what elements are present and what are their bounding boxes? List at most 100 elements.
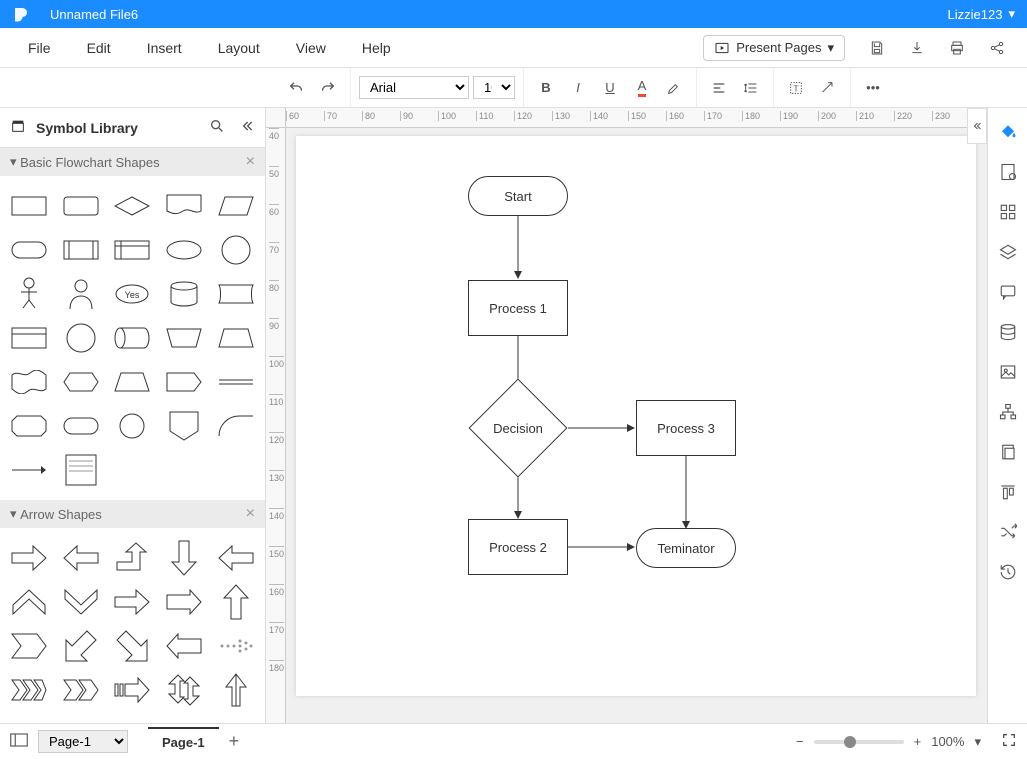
menu-insert[interactable]: Insert — [129, 34, 200, 62]
shape-arrow-line[interactable] — [4, 450, 54, 490]
shape-chevron-down[interactable] — [56, 582, 106, 622]
node-terminator[interactable]: Teminator — [636, 528, 736, 568]
font-color-button[interactable]: A — [628, 74, 656, 102]
shuffle-icon[interactable] — [993, 514, 1023, 550]
font-size-select[interactable]: 10 — [473, 76, 515, 99]
add-page-button[interactable]: + — [229, 731, 240, 752]
share-icon[interactable] — [985, 36, 1009, 60]
line-spacing-button[interactable] — [737, 74, 765, 102]
fill-tool-icon[interactable] — [993, 114, 1023, 150]
page-tab-1[interactable]: Page-1 — [148, 727, 219, 756]
grid-icon[interactable] — [993, 194, 1023, 230]
underline-button[interactable]: U — [596, 74, 624, 102]
shape-arrow-left3[interactable] — [159, 626, 209, 666]
clipboard-icon[interactable] — [993, 434, 1023, 470]
shape-arrow-right[interactable] — [4, 538, 54, 578]
page-setup-icon[interactable] — [993, 154, 1023, 190]
font-family-select[interactable]: Arial — [359, 76, 469, 99]
file-title[interactable]: Unnamed File6 — [50, 7, 948, 22]
collapse-library-icon[interactable] — [239, 118, 255, 137]
shape-trapezoid3[interactable] — [108, 362, 158, 402]
menu-help[interactable]: Help — [344, 34, 409, 62]
group-arrow-shapes[interactable]: ▾ Arrow Shapes × — [0, 500, 265, 528]
database-panel-icon[interactable] — [993, 314, 1023, 350]
zoom-out-button[interactable]: − — [796, 734, 804, 749]
download-icon[interactable] — [905, 36, 929, 60]
shape-double-line[interactable] — [211, 362, 261, 402]
connector-button[interactable] — [814, 74, 842, 102]
layers-icon[interactable] — [993, 234, 1023, 270]
shape-offpage[interactable] — [159, 406, 209, 446]
shape-pill[interactable] — [56, 406, 106, 446]
node-process-3[interactable]: Process 3 — [636, 400, 736, 456]
shape-arrow-down-right[interactable] — [108, 626, 158, 666]
print-icon[interactable] — [945, 36, 969, 60]
shape-predefined[interactable] — [56, 230, 106, 270]
canvas-area[interactable]: 6070809010011012013014015016017018019020… — [266, 108, 987, 723]
align-button[interactable] — [705, 74, 733, 102]
save-icon[interactable] — [865, 36, 889, 60]
shape-dotted-arrow[interactable] — [211, 626, 261, 666]
close-icon[interactable]: × — [246, 505, 255, 523]
shape-trapezoid[interactable] — [159, 318, 209, 358]
shape-note[interactable] — [56, 450, 106, 490]
shape-triple-chevron[interactable] — [4, 670, 54, 710]
zoom-slider[interactable] — [814, 740, 904, 744]
shape-terminator[interactable] — [4, 230, 54, 270]
shape-striped-arrow[interactable] — [108, 670, 158, 710]
shape-arrow-up[interactable] — [211, 582, 261, 622]
shape-tape[interactable] — [4, 362, 54, 402]
shape-diamond[interactable] — [108, 186, 158, 226]
highlight-button[interactable] — [660, 74, 688, 102]
right-panel-collapse[interactable] — [967, 108, 987, 144]
outline-icon[interactable] — [10, 733, 28, 750]
shape-pentagon-right[interactable] — [4, 626, 54, 666]
page-dropdown[interactable]: Page-1 — [38, 730, 128, 753]
shape-trapezoid2[interactable] — [211, 318, 261, 358]
menu-view[interactable]: View — [278, 34, 344, 62]
org-chart-icon[interactable] — [993, 394, 1023, 430]
close-icon[interactable]: × — [246, 153, 255, 171]
shape-document[interactable] — [159, 186, 209, 226]
shape-rounded-rect[interactable] — [56, 186, 106, 226]
shape-arc[interactable] — [211, 406, 261, 446]
shape-arrow-down-left[interactable] — [56, 626, 106, 666]
shape-parallelogram[interactable] — [211, 186, 261, 226]
node-process-1[interactable]: Process 1 — [468, 280, 568, 336]
shape-arrow-left[interactable] — [56, 538, 106, 578]
shape-chevron-up[interactable] — [4, 582, 54, 622]
shape-arrow-bent[interactable] — [108, 538, 158, 578]
italic-button[interactable]: I — [564, 74, 592, 102]
shape-yes-label[interactable]: Yes — [108, 274, 158, 314]
shape-arrow-up-thin[interactable] — [211, 670, 261, 710]
align-panel-icon[interactable] — [993, 474, 1023, 510]
shape-circle3[interactable] — [108, 406, 158, 446]
menu-file[interactable]: File — [10, 34, 69, 62]
chevron-down-icon[interactable]: ▾ — [974, 734, 981, 750]
canvas-page[interactable]: Start Process 1 Decision Process 3 Proce… — [296, 136, 976, 696]
bold-button[interactable]: B — [532, 74, 560, 102]
shape-double-chevron[interactable] — [56, 670, 106, 710]
text-tool-button[interactable]: T — [782, 74, 810, 102]
shape-arrow-left2[interactable] — [211, 538, 261, 578]
shape-pentagon[interactable] — [159, 362, 209, 402]
shape-swap-arrows[interactable] — [159, 670, 209, 710]
node-start[interactable]: Start — [468, 176, 568, 216]
group-basic-flowchart[interactable]: ▾ Basic Flowchart Shapes × — [0, 148, 265, 176]
search-icon[interactable] — [209, 118, 225, 137]
redo-button[interactable] — [314, 74, 342, 102]
image-icon[interactable] — [993, 354, 1023, 390]
menu-layout[interactable]: Layout — [200, 34, 278, 62]
shape-arrow-right3[interactable] — [159, 582, 209, 622]
node-decision[interactable]: Decision — [468, 398, 568, 458]
shape-database[interactable] — [159, 274, 209, 314]
shape-circle2[interactable] — [56, 318, 106, 358]
shape-actor[interactable] — [4, 274, 54, 314]
shape-arrow-right2[interactable] — [108, 582, 158, 622]
shape-hexagon[interactable] — [56, 362, 106, 402]
shape-internal-storage[interactable] — [108, 230, 158, 270]
shape-circle[interactable] — [211, 230, 261, 270]
shape-user[interactable] — [56, 274, 106, 314]
user-menu[interactable]: Lizzie123 ▾ — [948, 6, 1015, 22]
history-icon[interactable] — [993, 554, 1023, 590]
